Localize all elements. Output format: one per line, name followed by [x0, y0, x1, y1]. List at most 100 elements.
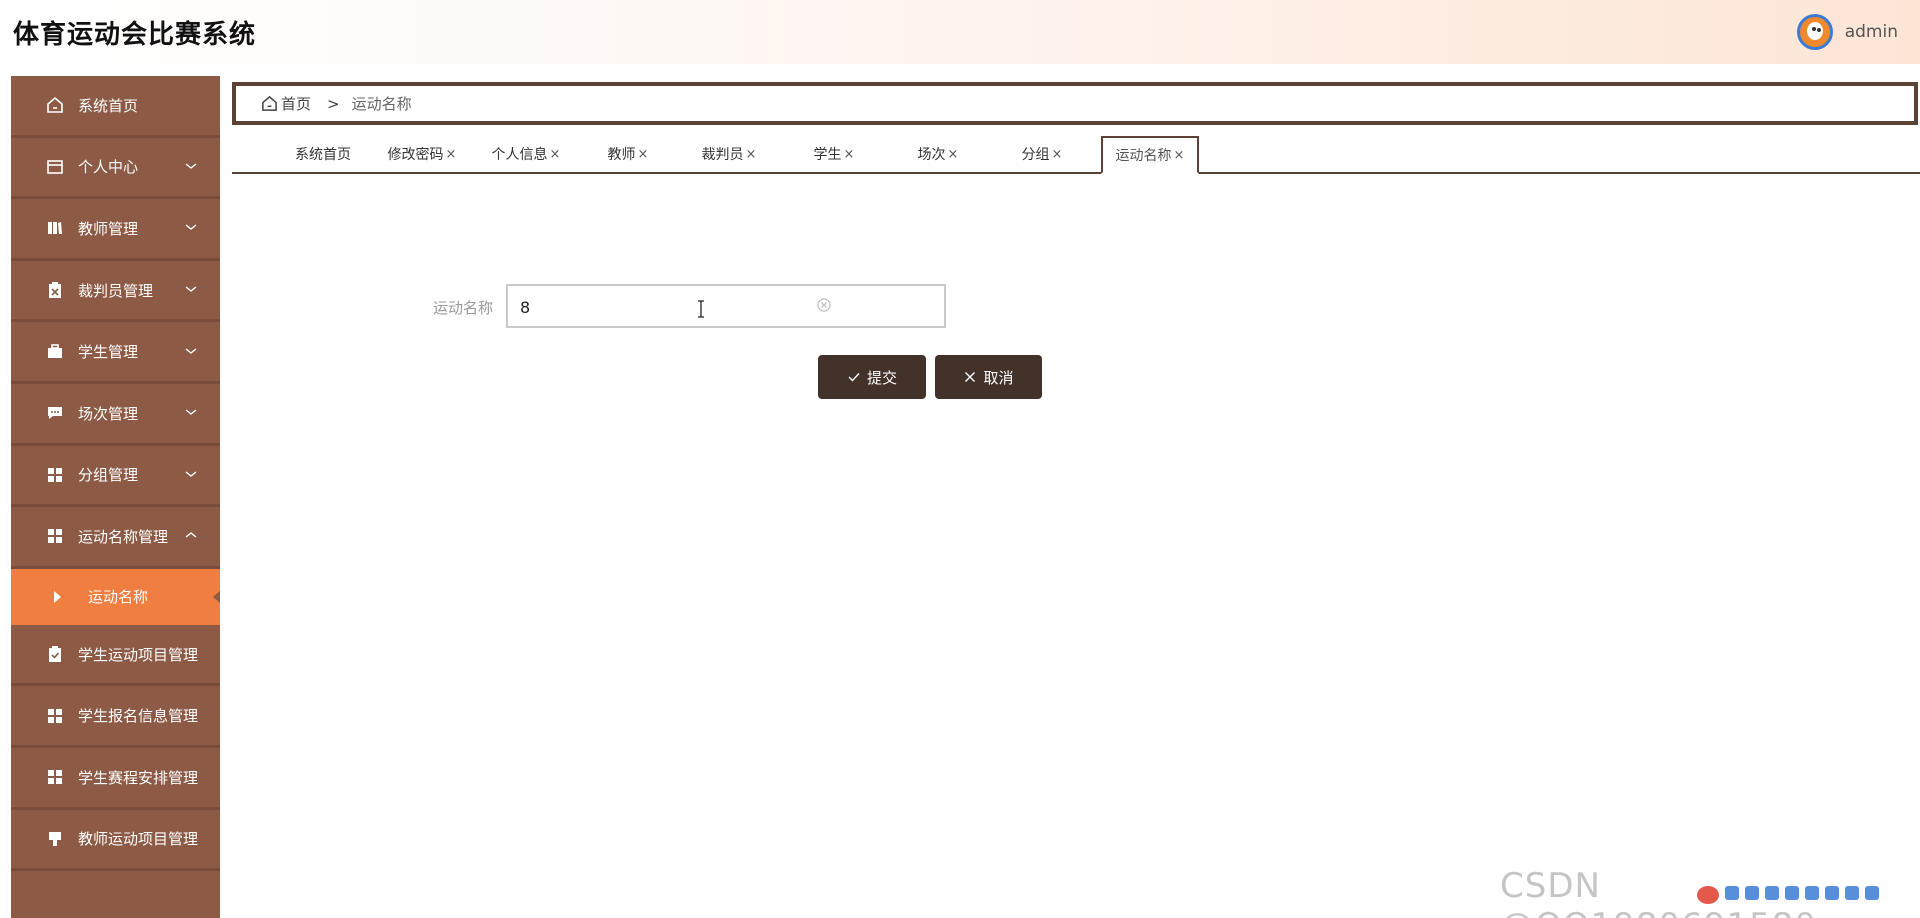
- cancel-button[interactable]: 取消: [935, 355, 1042, 399]
- tab-system-home[interactable]: 系统首页: [278, 136, 368, 172]
- grid-icon: [46, 466, 64, 484]
- avatar[interactable]: [1796, 14, 1833, 50]
- close-icon[interactable]: ×: [844, 147, 855, 162]
- top-header: 体育运动会比赛系统 admin: [0, 0, 1920, 64]
- tab-teacher[interactable]: 教师 ×: [598, 136, 658, 172]
- sidebar-item-label: 学生赛程安排管理: [78, 768, 199, 787]
- close-icon: [965, 372, 976, 382]
- tab-label: 场次: [917, 147, 946, 163]
- sidebar-item-session[interactable]: 场次管理: [11, 384, 220, 446]
- stamp-icon: [46, 830, 64, 848]
- grid-icon: [46, 707, 64, 725]
- chevron-down-icon: [185, 163, 197, 169]
- check-icon: [848, 373, 860, 382]
- sidebar-item-home[interactable]: 系统首页: [11, 76, 220, 138]
- grid-icon: [46, 768, 64, 786]
- sidebar-subitem-sport-name[interactable]: 运动名称: [11, 568, 220, 625]
- tray-icon[interactable]: [1725, 886, 1739, 900]
- close-icon[interactable]: ×: [948, 147, 959, 162]
- breadcrumb-home[interactable]: 首页: [281, 93, 311, 114]
- sidebar-item-label: 分组管理: [78, 466, 139, 485]
- card-icon: [46, 158, 64, 176]
- chevron-down-icon: [185, 286, 197, 292]
- cancel-button-label: 取消: [983, 369, 1014, 387]
- ime-icon[interactable]: [1697, 886, 1719, 904]
- tray-icon[interactable]: [1845, 886, 1859, 900]
- chevron-down-icon: [185, 224, 197, 231]
- tab-student[interactable]: 学生 ×: [804, 136, 864, 172]
- close-icon[interactable]: ×: [746, 147, 757, 162]
- active-marker: [213, 590, 220, 603]
- chevron-down-icon: [185, 348, 197, 354]
- briefcase-icon: [46, 343, 64, 361]
- home-icon[interactable]: [261, 95, 278, 112]
- sidebar-item-teacher[interactable]: 教师管理: [11, 199, 220, 261]
- sidebar-item-label: 运动名称管理: [78, 527, 169, 546]
- sidebar-item-sport-name-management[interactable]: 运动名称管理: [11, 507, 220, 569]
- sidebar-item-student-registration[interactable]: 学生报名信息管理: [11, 686, 220, 748]
- sidebar-item-student[interactable]: 学生管理: [11, 322, 220, 384]
- sidebar-item-referee[interactable]: 裁判员管理: [11, 261, 220, 323]
- book-icon: [46, 219, 64, 237]
- sidebar-item-label: 教师管理: [78, 219, 139, 238]
- sidebar-item-student-sport-project[interactable]: 学生运动项目管理: [11, 625, 220, 687]
- tray-icon[interactable]: [1745, 886, 1759, 900]
- sidebar-item-personal-center[interactable]: 个人中心: [11, 138, 220, 200]
- tab-label: 个人信息: [491, 147, 548, 163]
- tab-label: 运动名称: [1115, 148, 1172, 164]
- tab-session[interactable]: 场次 ×: [908, 136, 968, 172]
- app-root: 体育运动会比赛系统 admin 系统首页 个人中心 教师管理 裁判员管理 学生管…: [0, 0, 1920, 918]
- submit-button[interactable]: 提交: [818, 355, 926, 399]
- chat-icon: [46, 404, 64, 422]
- tab-group[interactable]: 分组 ×: [1012, 136, 1072, 172]
- app-title: 体育运动会比赛系统: [13, 20, 257, 50]
- tab-label: 修改密码: [387, 147, 444, 163]
- sport-name-label: 运动名称: [433, 299, 494, 317]
- sidebar-item-label: 学生报名信息管理: [78, 707, 199, 726]
- text-cursor-icon: [698, 300, 704, 318]
- breadcrumb: 首页 > 运动名称: [232, 82, 1918, 125]
- submit-button-label: 提交: [866, 369, 897, 387]
- grid-icon: [46, 527, 64, 545]
- sidebar-item-label: 个人中心: [78, 158, 139, 177]
- close-icon[interactable]: ×: [1052, 147, 1063, 162]
- chevron-up-icon: [185, 532, 197, 538]
- tab-label: 系统首页: [295, 147, 351, 163]
- tray-icon[interactable]: [1865, 886, 1879, 900]
- sidebar: 系统首页 个人中心 教师管理 裁判员管理 学生管理 场次管理 分组管理 运动名称…: [11, 76, 220, 918]
- sidebar-item-label: 裁判员管理: [78, 281, 154, 300]
- tab-sport-name[interactable]: 运动名称 ×: [1101, 136, 1199, 174]
- close-icon[interactable]: ×: [550, 147, 561, 162]
- close-icon[interactable]: ×: [1174, 148, 1185, 163]
- sidebar-item-label: 系统首页: [78, 96, 139, 115]
- tab-label: 裁判员: [701, 147, 744, 163]
- sidebar-item-label: 学生管理: [78, 343, 139, 362]
- chevron-down-icon: [185, 409, 197, 416]
- home-icon: [46, 96, 64, 114]
- sport-name-input[interactable]: [520, 294, 810, 320]
- tray-icon[interactable]: [1805, 886, 1819, 900]
- sidebar-item-student-schedule[interactable]: 学生赛程安排管理: [11, 748, 220, 810]
- tray-icon[interactable]: [1825, 886, 1839, 900]
- sidebar-item-label: 运动名称: [88, 588, 149, 607]
- tab-personal-info[interactable]: 个人信息 ×: [486, 136, 566, 172]
- tray-icon[interactable]: [1785, 886, 1799, 900]
- tab-change-password[interactable]: 修改密码 ×: [382, 136, 462, 172]
- tab-label: 学生: [813, 147, 842, 163]
- close-icon[interactable]: ×: [446, 147, 457, 162]
- tab-label: 教师: [607, 147, 636, 163]
- sport-name-field[interactable]: [506, 284, 946, 328]
- clipboard-check-icon: [46, 645, 64, 663]
- breadcrumb-current: 运动名称: [351, 95, 412, 113]
- user-menu[interactable]: admin: [1796, 14, 1898, 50]
- sidebar-item-label: 场次管理: [78, 404, 139, 423]
- username[interactable]: admin: [1845, 22, 1898, 42]
- sidebar-item-group[interactable]: 分组管理: [11, 446, 220, 508]
- tab-referee[interactable]: 裁判员 ×: [694, 136, 764, 172]
- tab-bar: 系统首页 修改密码 × 个人信息 × 教师 × 裁判员 × 学生 × 场次 × …: [232, 136, 1920, 174]
- close-icon[interactable]: ×: [638, 147, 649, 162]
- tray-icon[interactable]: [1765, 886, 1779, 900]
- sidebar-item-label: 学生运动项目管理: [78, 645, 199, 664]
- sidebar-item-teacher-sport-project[interactable]: 教师运动项目管理: [11, 810, 220, 872]
- clear-icon[interactable]: [816, 297, 832, 313]
